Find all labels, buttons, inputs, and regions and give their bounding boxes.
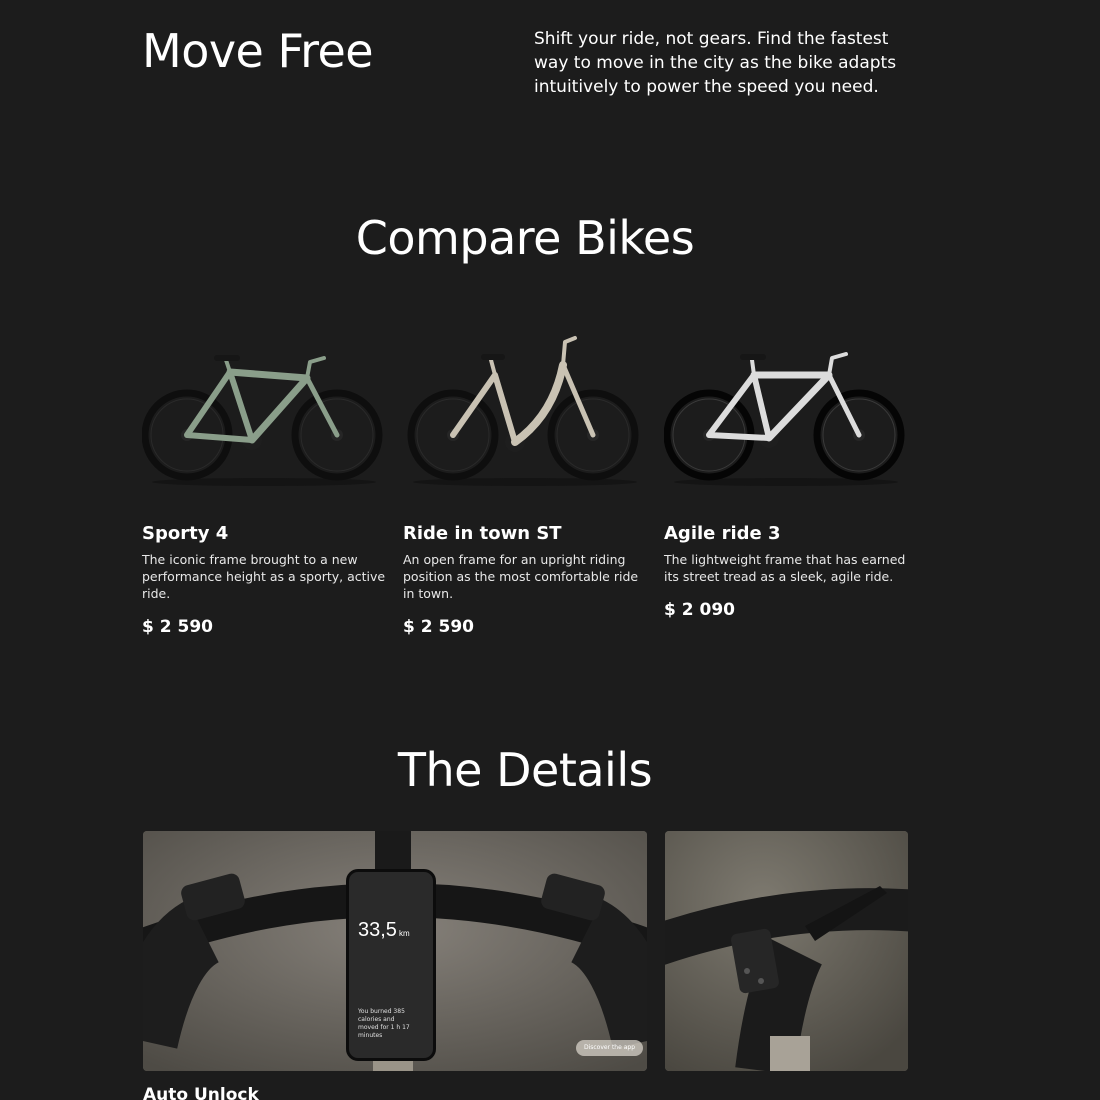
page: Move Free Shift your ride, not gears. Fi… bbox=[0, 0, 1100, 1100]
bike-price: $ 2 590 bbox=[403, 617, 474, 637]
bike-frame bbox=[450, 336, 596, 446]
bike-description: The iconic frame brought to a new perfor… bbox=[142, 552, 386, 601]
bike-price: $ 2 590 bbox=[142, 617, 213, 637]
bike-name: Sporty 4 bbox=[142, 523, 229, 544]
bike-image bbox=[142, 355, 383, 486]
bike-name: Agile ride 3 bbox=[664, 523, 781, 544]
hero-text: Shift your ride, not gears. Find the fas… bbox=[534, 29, 897, 97]
bike-image bbox=[664, 352, 905, 486]
handlebar-phone-image: 33,5 km You burned 385 calories and moved… bbox=[143, 831, 647, 1071]
auto-unlock-caption: Auto Unlock bbox=[143, 1085, 259, 1100]
details-title: The Details bbox=[397, 743, 653, 797]
phone: 33,5 km You burned 385 calories and moved… bbox=[346, 869, 436, 1061]
bike-image bbox=[407, 336, 639, 486]
compare-title: Compare Bikes bbox=[355, 211, 695, 265]
bike-description: The lightweight frame that has earned it… bbox=[664, 552, 906, 584]
hero-title: Move Free bbox=[142, 24, 374, 78]
distance-value: 33,5 bbox=[358, 919, 397, 941]
bike-card-ride-in-town-st[interactable]: Ride in town ST An open frame for an upr… bbox=[403, 320, 648, 638]
bike-description: An open frame for an upright riding posi… bbox=[403, 552, 639, 601]
brake-lever-image bbox=[665, 831, 908, 1071]
phone-summary: You burned 385 calories and moved for 1 … bbox=[358, 1008, 410, 1039]
distance-unit: km bbox=[398, 929, 410, 938]
bike-card-agile-ride-3[interactable]: Agile ride 3 The lightweight frame that … bbox=[664, 320, 909, 621]
bike-name: Ride in town ST bbox=[403, 523, 562, 544]
bike-price: $ 2 090 bbox=[664, 600, 735, 620]
discover-app-button[interactable]: Discover the app bbox=[575, 1040, 643, 1056]
bike-card-sporty-4[interactable]: Sporty 4 The iconic frame brought to a n… bbox=[142, 320, 387, 638]
